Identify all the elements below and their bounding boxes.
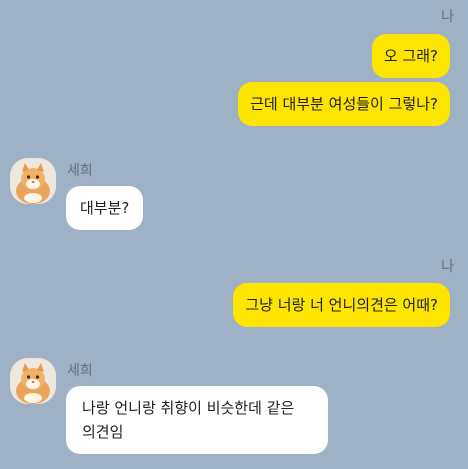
cat-avatar-icon bbox=[10, 158, 56, 204]
my-message-bubble[interactable]: 오 그래? bbox=[371, 34, 450, 78]
my-message-bubble[interactable]: 그냥 너랑 너 언니의견은 어때? bbox=[233, 283, 450, 327]
my-name-label: 나 bbox=[441, 9, 454, 25]
friend-message-bubble[interactable]: 나랑 언니랑 취향이 비슷한데 같은 의견임 bbox=[66, 386, 328, 454]
my-message-bubble[interactable]: 근데 대부분 여성들이 그렇나? bbox=[238, 82, 450, 126]
cat-avatar-icon bbox=[10, 358, 56, 404]
friend-name-label: 세희 bbox=[67, 363, 93, 379]
friend-message-bubble[interactable]: 대부분? bbox=[66, 186, 144, 230]
my-name-label: 나 bbox=[441, 259, 454, 275]
friend-avatar[interactable] bbox=[10, 358, 56, 404]
friend-name-label: 세희 bbox=[67, 163, 93, 179]
friend-avatar[interactable] bbox=[10, 158, 56, 204]
